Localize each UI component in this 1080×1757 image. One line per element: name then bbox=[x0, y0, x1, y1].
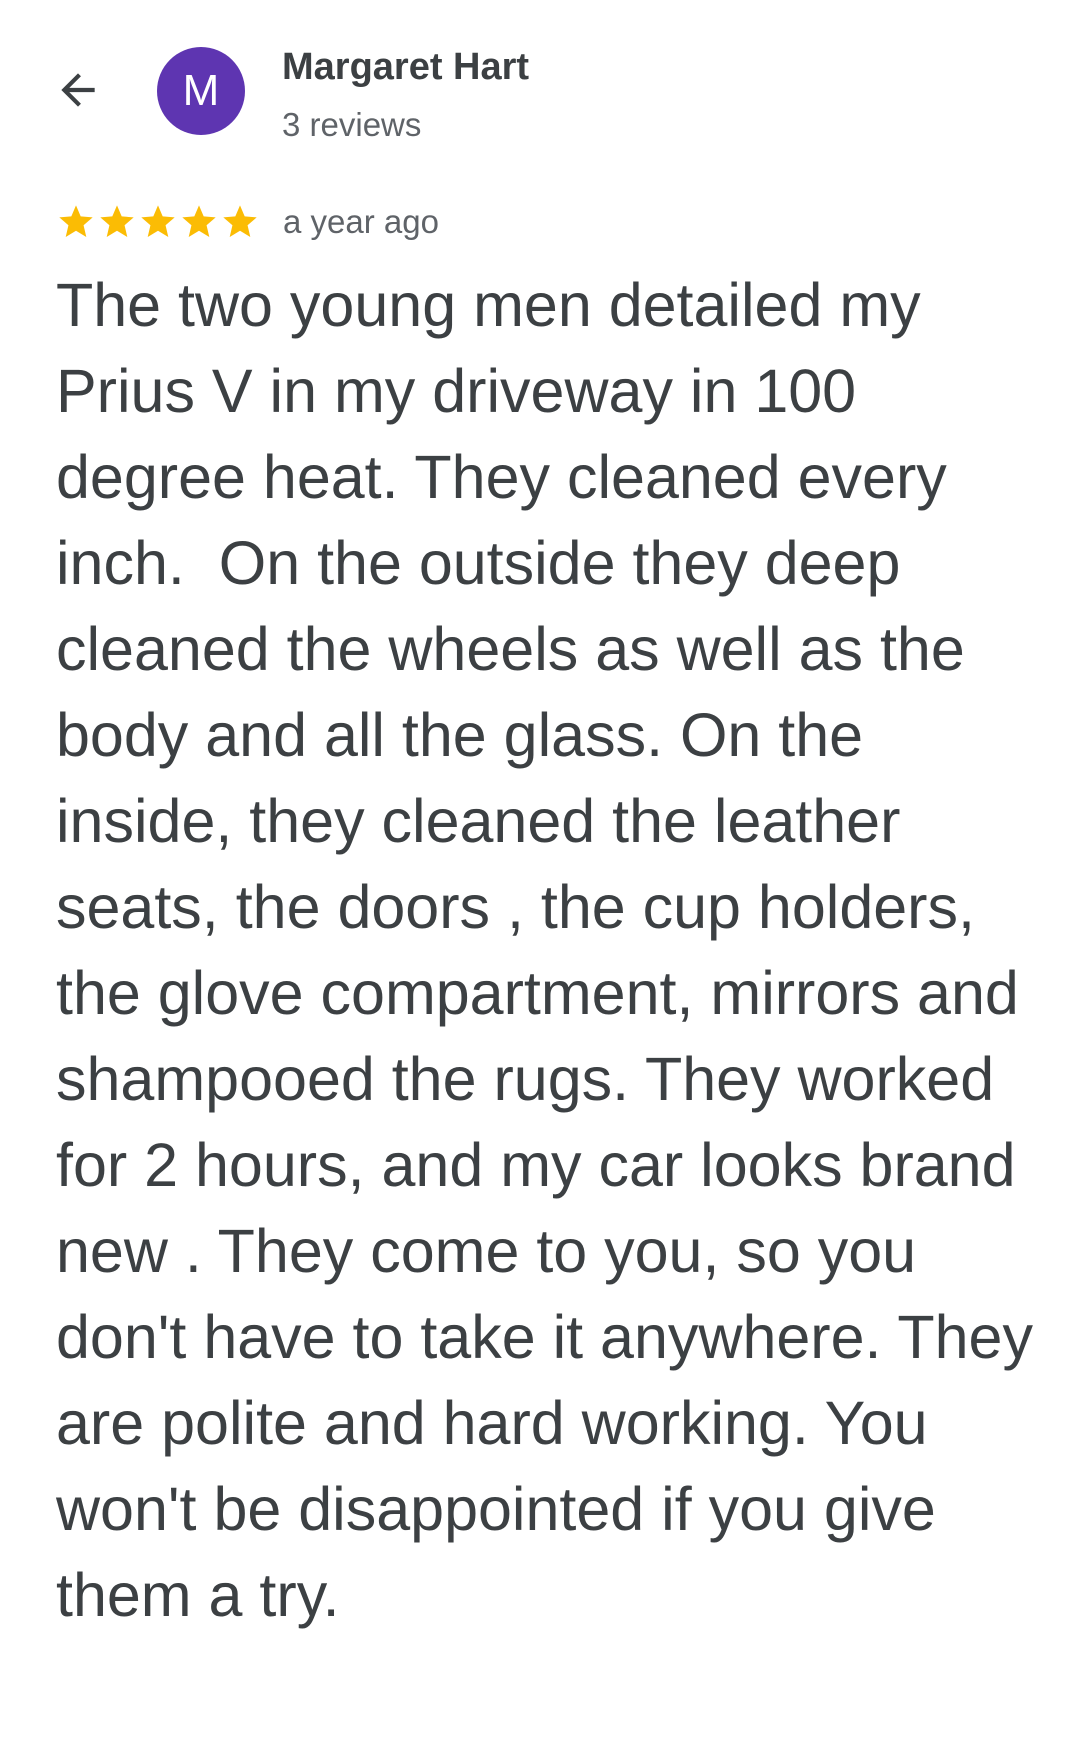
review-time: a year ago bbox=[283, 203, 439, 240]
star-icon bbox=[138, 202, 178, 242]
star-icon bbox=[56, 202, 96, 242]
review-header: M Margaret Hart 3 reviews bbox=[0, 0, 1080, 160]
back-button[interactable] bbox=[50, 62, 106, 118]
review-count[interactable]: 3 reviews bbox=[282, 106, 421, 144]
author-name[interactable]: Margaret Hart bbox=[282, 46, 529, 89]
star-icon bbox=[179, 202, 219, 242]
review-text: The two young men detailed my Prius V in… bbox=[56, 271, 1050, 1629]
star-rating bbox=[56, 202, 261, 242]
star-icon bbox=[97, 202, 137, 242]
star-icon bbox=[220, 202, 260, 242]
avatar-initial: M bbox=[182, 66, 220, 115]
arrow-back-icon bbox=[61, 73, 95, 107]
rating-row: a year ago bbox=[56, 196, 439, 248]
avatar[interactable]: M bbox=[157, 47, 245, 135]
